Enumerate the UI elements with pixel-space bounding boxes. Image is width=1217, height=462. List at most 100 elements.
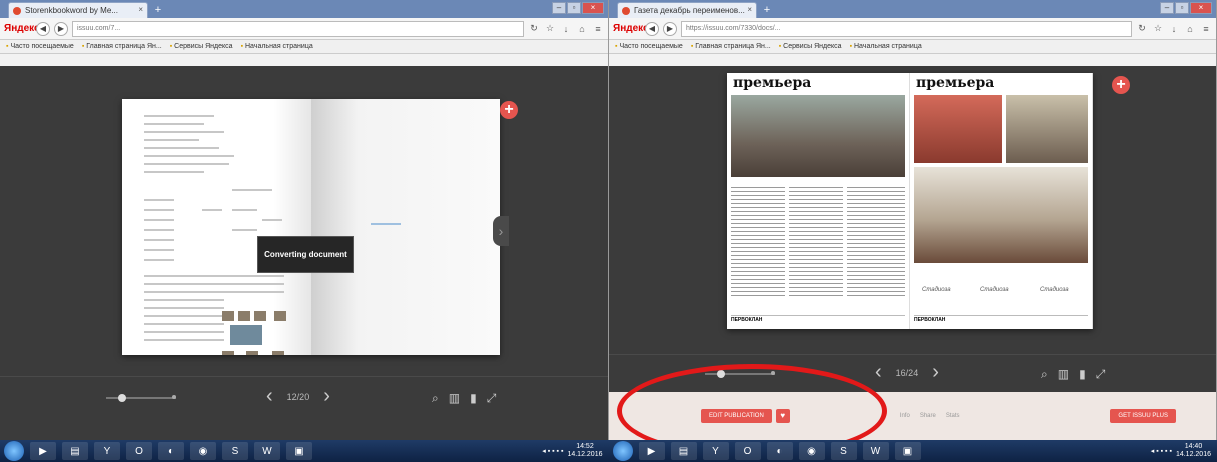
- book-page-right: [311, 99, 500, 355]
- add-icon[interactable]: +: [1112, 76, 1130, 94]
- get-plus-button[interactable]: GET ISSUU PLUS: [1110, 409, 1176, 423]
- spread-view-icon[interactable]: ▥: [1058, 367, 1069, 382]
- next-page-icon[interactable]: ›: [932, 361, 939, 384]
- word-icon[interactable]: W: [254, 442, 280, 460]
- single-page-icon[interactable]: ▮: [1079, 367, 1086, 382]
- taskbar: ▶ ▤ Y O ◐ ◉ S W ▣ ◂ ▪ ▪ ▪ ▪ 14:52 14.12.…: [0, 440, 1217, 462]
- document-image: [272, 351, 284, 355]
- maximize-icon[interactable]: ▫: [1175, 2, 1189, 14]
- stats-link[interactable]: Stats: [946, 413, 960, 419]
- zoom-slider[interactable]: [106, 394, 176, 402]
- close-tab-icon[interactable]: ×: [747, 5, 752, 14]
- open-magazine[interactable]: премьера ПЕРВОКЛАН премьера Стадиоза Ста…: [727, 73, 1093, 329]
- converting-toast: Converting document: [257, 236, 354, 273]
- next-page-icon[interactable]: ›: [323, 385, 330, 408]
- fullscreen-icon[interactable]: ⤢: [1096, 367, 1106, 382]
- forward-icon[interactable]: ▶: [663, 21, 677, 36]
- start-button[interactable]: [612, 441, 633, 461]
- browser-tab[interactable]: Storenkbookword by Me... ×: [8, 2, 148, 18]
- bookmark-item[interactable]: Начальная страница: [850, 43, 922, 50]
- tray-icons[interactable]: ◂ ▪ ▪ ▪ ▪: [542, 447, 563, 455]
- magazine-photo: [914, 95, 1002, 163]
- chrome-icon[interactable]: ◉: [798, 442, 825, 460]
- paint-icon[interactable]: ◐: [766, 442, 793, 460]
- close-tab-icon[interactable]: ×: [138, 5, 143, 14]
- fullscreen-icon[interactable]: ⤢: [487, 391, 497, 406]
- minimize-icon[interactable]: –: [1160, 2, 1174, 14]
- skype-icon[interactable]: S: [830, 442, 857, 460]
- bookmark-item[interactable]: Часто посещаемые: [615, 43, 682, 50]
- home-icon[interactable]: ⌂: [1184, 24, 1196, 34]
- forward-icon[interactable]: ▶: [54, 21, 68, 36]
- app-icon[interactable]: ▣: [286, 442, 312, 460]
- opera-icon[interactable]: O: [734, 442, 761, 460]
- prev-page-icon[interactable]: ‹: [875, 361, 882, 384]
- menu-icon[interactable]: ≡: [1200, 24, 1212, 34]
- reload-icon[interactable]: ↻: [1136, 23, 1148, 34]
- back-icon[interactable]: ◀: [645, 21, 659, 36]
- reload-icon[interactable]: ↻: [528, 23, 540, 34]
- yandex-logo[interactable]: Яндекс: [4, 23, 40, 34]
- add-icon[interactable]: +: [500, 101, 518, 119]
- document-image: [246, 351, 258, 355]
- window-controls: – ▫ ×: [1160, 2, 1212, 14]
- bookmark-item[interactable]: Сервисы Яндекса: [779, 43, 841, 50]
- clock-date: 14.12.2016: [1175, 451, 1211, 458]
- document-image: [238, 311, 250, 321]
- explorer-icon[interactable]: ▤: [62, 442, 88, 460]
- media-player-icon[interactable]: ▶: [30, 442, 56, 460]
- info-link[interactable]: Info: [900, 413, 910, 419]
- menu-icon[interactable]: ≡: [592, 24, 604, 34]
- page-footer: ПЕРВОКЛАН: [731, 315, 905, 323]
- clock-time: 14:52: [576, 443, 594, 450]
- new-tab-icon[interactable]: +: [761, 4, 773, 16]
- zoom-icon[interactable]: ⌕: [1041, 367, 1048, 382]
- new-tab-icon[interactable]: +: [152, 4, 164, 16]
- paint-icon[interactable]: ◐: [158, 442, 184, 460]
- bookmark-item[interactable]: Сервисы Яндекса: [170, 43, 232, 50]
- browser-tab[interactable]: Газета декабрь переименов... ×: [617, 2, 757, 18]
- app-icon[interactable]: ▣: [894, 442, 921, 460]
- single-page-icon[interactable]: ▮: [470, 391, 477, 406]
- opera-icon[interactable]: O: [126, 442, 152, 460]
- tray-icons[interactable]: ◂ ▪ ▪ ▪ ▪: [1151, 447, 1172, 455]
- word-icon[interactable]: W: [862, 442, 889, 460]
- yandex-browser-icon[interactable]: Y: [702, 442, 729, 460]
- open-book[interactable]: [122, 99, 500, 355]
- bookmark-item[interactable]: Начальная страница: [241, 43, 313, 50]
- explorer-icon[interactable]: ▤: [670, 442, 697, 460]
- download-icon[interactable]: ↓: [1168, 24, 1180, 34]
- download-icon[interactable]: ↓: [560, 24, 572, 34]
- bookmark-star-icon[interactable]: ☆: [544, 23, 556, 34]
- clock[interactable]: 14:40 14.12.2016: [1176, 443, 1211, 459]
- minimize-icon[interactable]: –: [552, 2, 566, 14]
- clock-time: 14:40: [1184, 443, 1203, 450]
- yandex-browser-icon[interactable]: Y: [94, 442, 120, 460]
- zoom-icon[interactable]: ⌕: [432, 391, 439, 406]
- home-icon[interactable]: ⌂: [576, 24, 588, 34]
- prev-page-icon[interactable]: ‹: [266, 385, 273, 408]
- clock[interactable]: 14:52 14.12.2016: [567, 443, 602, 459]
- bookmark-item[interactable]: Главная страница Ян...: [82, 43, 161, 50]
- slider-knob[interactable]: [118, 394, 126, 402]
- skype-icon[interactable]: S: [222, 442, 248, 460]
- browser-window-left: Storenkbookword by Me... × + – ▫ × Яндек…: [0, 0, 609, 440]
- bookmark-item[interactable]: Часто посещаемые: [6, 43, 73, 50]
- start-button[interactable]: [4, 441, 24, 461]
- maximize-icon[interactable]: ▫: [567, 2, 581, 14]
- address-bar[interactable]: https://issuu.com/7330/docs/...: [681, 20, 1132, 37]
- chrome-icon[interactable]: ◉: [190, 442, 216, 460]
- next-page-arrow[interactable]: ›: [493, 216, 509, 246]
- address-bar[interactable]: issuu.com/7...: [72, 20, 524, 37]
- share-link[interactable]: Share: [920, 413, 936, 419]
- close-window-icon[interactable]: ×: [582, 2, 604, 14]
- bookmark-item[interactable]: Главная страница Ян...: [691, 43, 770, 50]
- bookmark-star-icon[interactable]: ☆: [1152, 23, 1164, 34]
- close-window-icon[interactable]: ×: [1190, 2, 1212, 14]
- media-player-icon[interactable]: ▶: [638, 442, 665, 460]
- back-icon[interactable]: ◀: [36, 21, 50, 36]
- yandex-logo[interactable]: Яндекс: [613, 23, 649, 34]
- taskbar-right: ▶ ▤ Y O ◐ ◉ S W ▣ ◂ ▪ ▪ ▪ ▪ 14:40 14.12.…: [609, 440, 1217, 462]
- spread-view-icon[interactable]: ▥: [449, 391, 460, 406]
- document-viewer: Converting document + ›: [0, 66, 608, 376]
